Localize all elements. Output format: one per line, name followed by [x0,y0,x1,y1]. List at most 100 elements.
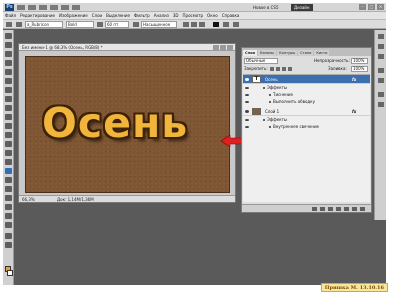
eraser-tool-icon[interactable] [5,123,12,129]
effects-group[interactable]: Эффекты [243,117,370,123]
effect-eye-icon[interactable] [245,126,249,128]
blur-tool-icon[interactable] [5,141,12,147]
lock-position-icon[interactable] [282,67,286,71]
font-family-select[interactable]: a_Rubricon [25,21,63,28]
quick-select-tool-icon[interactable] [5,60,12,66]
doc-maximize-icon[interactable] [220,45,226,50]
doc-minimize-icon[interactable] [213,45,219,50]
effects-eye-icon[interactable] [245,119,249,121]
menu-analysis[interactable]: Анализ [154,13,169,18]
pen-tool-icon[interactable] [5,159,12,165]
align-right-icon[interactable] [199,22,205,27]
trash-icon[interactable] [360,207,365,211]
tab-channels[interactable]: Каналы [258,50,277,56]
eyedropper-tool-icon[interactable] [5,78,12,84]
extras-icon[interactable] [39,5,47,10]
font-size-select[interactable]: 60 пт [105,21,129,28]
new-group-icon[interactable] [344,207,349,211]
tab-brushes[interactable]: Кисти [314,50,330,56]
font-style-select[interactable]: Bold [66,21,94,28]
effects-group[interactable]: Эффекты [243,85,370,91]
adjustments-panel-icon[interactable] [378,68,384,73]
actions-panel-icon[interactable] [378,102,384,107]
shape-tool-icon[interactable] [5,186,12,192]
tab-layers[interactable]: Слои [243,50,257,56]
brush-tool-icon[interactable] [5,96,12,102]
bridge-icon[interactable] [17,5,25,10]
masks-panel-icon[interactable] [378,78,384,83]
screen-mode-icon[interactable] [72,5,80,10]
maximize-icon[interactable]: □ [368,4,375,10]
effect-eye-icon[interactable] [245,94,249,96]
align-center-icon[interactable] [191,22,197,27]
color-panel-icon[interactable] [378,34,384,39]
default-colors-icon[interactable] [5,233,12,239]
layer-row-text[interactable]: T Осень fx [243,75,370,84]
hand-tool-icon[interactable] [5,213,12,219]
workspace-label[interactable]: Новое в CS5 [253,5,279,10]
marquee-tool-icon[interactable] [5,42,12,48]
antialias-select[interactable]: Насыщенное [141,21,177,28]
image-canvas[interactable]: Осень [25,56,230,193]
swatches-panel-icon[interactable] [378,44,384,49]
effect-eye-icon[interactable] [245,101,249,103]
zoom-level-field[interactable]: 66,3% [22,197,35,202]
text-orientation-icon[interactable] [16,22,22,27]
menu-3d[interactable]: 3D [173,13,179,18]
warp-text-icon[interactable] [223,22,229,27]
character-panel-icon[interactable] [233,22,239,27]
background-color-swatch[interactable] [7,270,13,276]
effect-item-stroke[interactable]: Выполнить обводку [243,99,370,105]
menu-help[interactable]: Справка [222,13,240,18]
styles-panel-icon[interactable] [378,54,384,59]
menu-layers[interactable]: Слои [92,13,102,18]
dodge-tool-icon[interactable] [5,150,12,156]
visibility-eye-icon[interactable] [245,78,249,81]
zoom-tool-icon[interactable] [5,222,12,228]
minimize-icon[interactable]: – [359,4,366,10]
close-icon[interactable]: × [377,4,384,10]
add-mask-icon[interactable] [328,207,333,211]
layer-row-layer1[interactable]: Слой 1 fx [243,107,370,116]
3d-rotate-tool-icon[interactable] [5,195,12,201]
gradient-tool-icon[interactable] [5,132,12,138]
blend-mode-select[interactable]: Обычные [244,58,278,64]
lock-transparency-icon[interactable] [270,67,274,71]
fx-icon[interactable]: fx [352,75,356,84]
effects-eye-icon[interactable] [245,87,249,89]
arrange-icon[interactable] [61,5,69,10]
add-style-icon[interactable] [320,207,325,211]
adjustment-layer-icon[interactable] [336,207,341,211]
text-tool-icon[interactable] [6,22,12,27]
crop-tool-icon[interactable] [5,69,12,75]
clone-stamp-tool-icon[interactable] [5,105,12,111]
visibility-eye-icon[interactable] [245,110,249,113]
history-brush-tool-icon[interactable] [5,114,12,120]
menu-filter[interactable]: Фильтр [134,13,150,18]
healing-tool-icon[interactable] [5,87,12,93]
swap-colors-icon[interactable] [5,242,12,248]
fill-field[interactable]: 100% [351,66,368,72]
zoom-level-icon[interactable] [50,5,58,10]
document-info[interactable]: Док: 1,14M/1,36M [57,196,94,203]
document-tab-title[interactable]: Без имени-1 @ 68,3% (Осень, RGB/8) * [19,44,235,51]
text-color-swatch[interactable] [213,22,219,27]
menu-select[interactable]: Выделение [106,13,130,18]
effect-item-emboss[interactable]: Тиснение [243,92,370,98]
canvas-text-layer[interactable]: Осень [42,99,188,147]
effect-item-inner-glow[interactable]: Внутреннее свечение [243,124,370,130]
minibridge-icon[interactable] [28,5,36,10]
fx-icon[interactable]: fx [352,107,356,116]
type-tool-icon[interactable] [5,168,12,174]
move-tool-icon[interactable] [5,33,12,39]
3d-camera-tool-icon[interactable] [5,204,12,210]
history-panel-icon[interactable] [378,92,384,97]
lock-all-icon[interactable] [288,67,292,71]
doc-close-icon[interactable] [227,45,233,50]
menu-file[interactable]: Файл [5,13,16,18]
menu-image[interactable]: Изображение [59,13,88,18]
opacity-field[interactable]: 100% [351,58,368,64]
lasso-tool-icon[interactable] [5,51,12,57]
menu-window[interactable]: Окно [207,13,218,18]
workspace-design-button[interactable]: Дизайн [291,4,313,11]
